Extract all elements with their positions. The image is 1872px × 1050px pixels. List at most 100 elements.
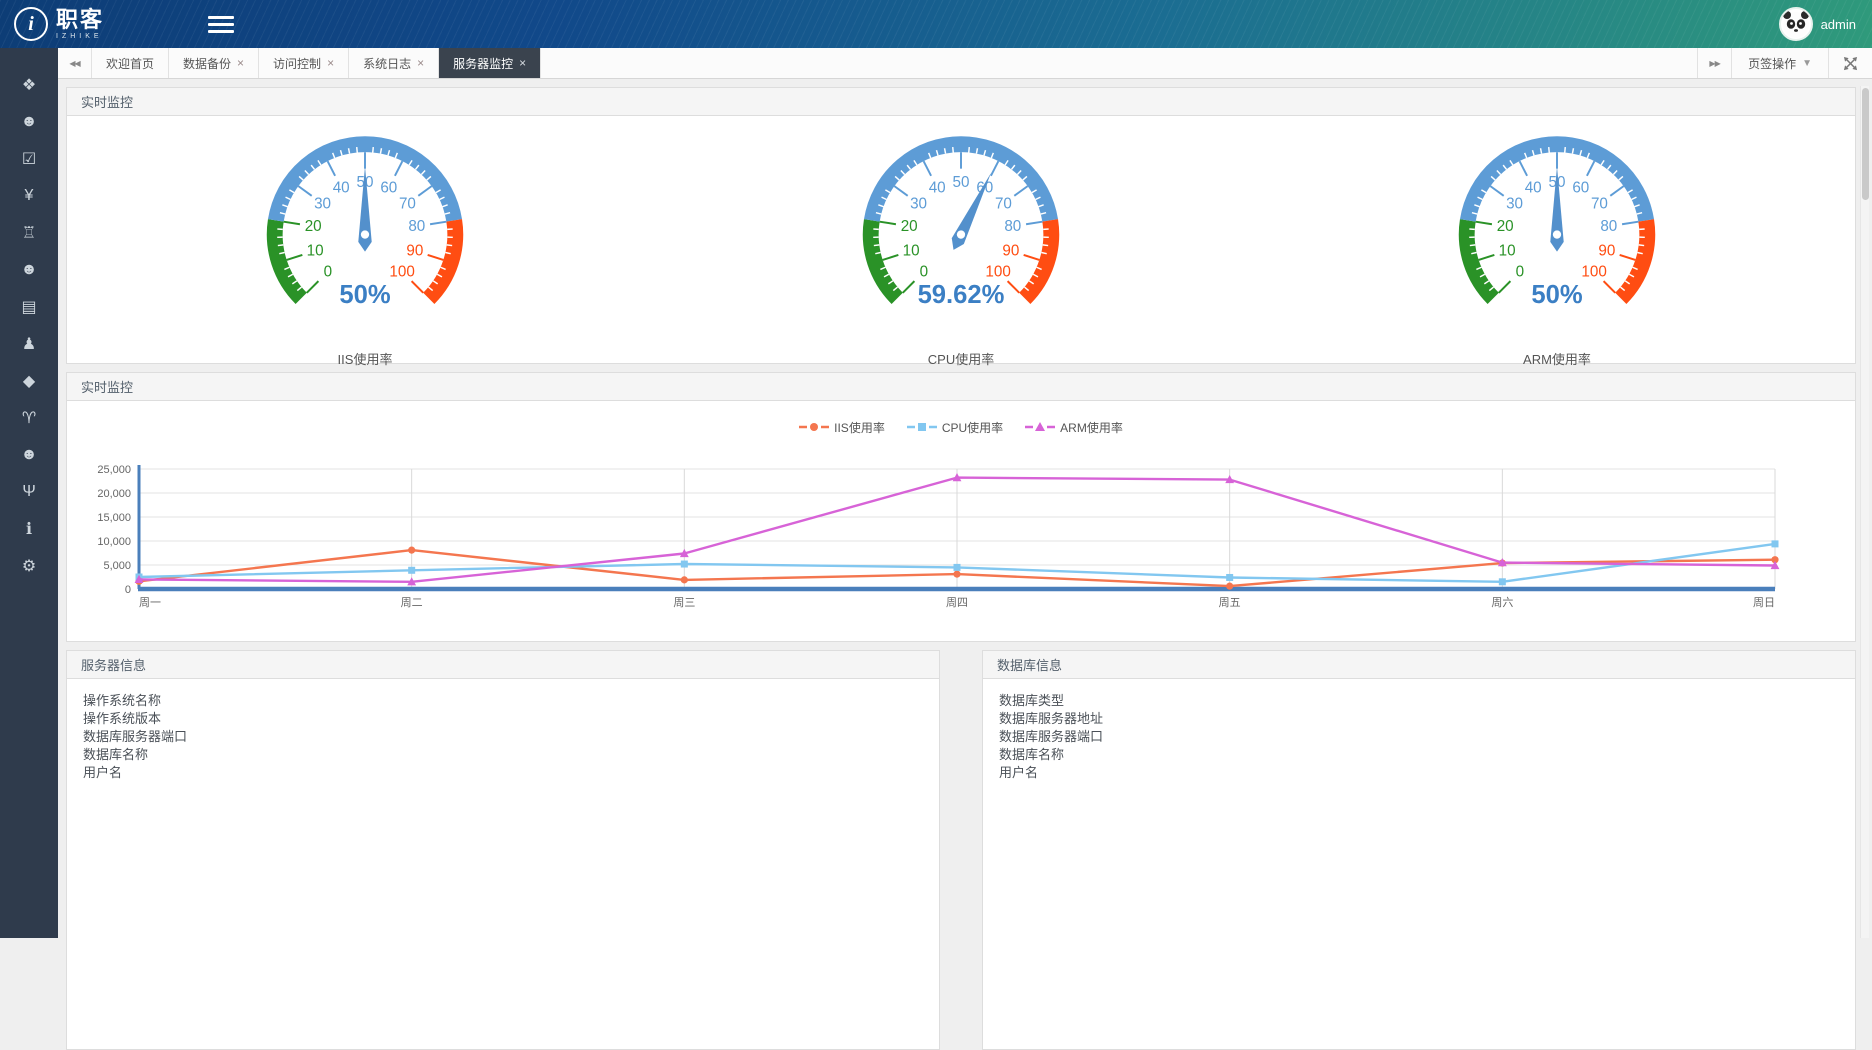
legend-label: CPU使用率 [942, 419, 1003, 436]
svg-text:10: 10 [903, 243, 920, 260]
server-info-item: 数据库名称 [83, 746, 923, 764]
tabbar-right-controls: ▶▶ 页签操作 ▼ [1697, 48, 1872, 78]
street-view-icon: ♟ [22, 334, 36, 354]
database-info-panel: 数据库信息 数据库类型数据库服务器地址数据库服务器端口数据库名称用户名 [982, 650, 1856, 1050]
svg-text:20: 20 [901, 218, 918, 235]
tab-close-icon[interactable]: × [417, 56, 424, 70]
svg-text:40: 40 [1525, 180, 1542, 197]
tab-close-icon[interactable]: × [519, 56, 526, 70]
app-logo[interactable]: i 职客 IZHIKE [0, 7, 196, 41]
tab-label: 访问控制 [273, 55, 321, 72]
svg-text:70: 70 [399, 196, 416, 213]
bank-icon: ♖ [22, 223, 36, 243]
tab-operations-dropdown[interactable]: 页签操作 ▼ [1731, 48, 1828, 78]
sidebar-item-cubes[interactable]: ❖ [0, 66, 58, 103]
svg-text:100: 100 [985, 264, 1010, 281]
tabs-scroll-right-icon[interactable]: ▶▶ [1697, 48, 1731, 78]
svg-text:20: 20 [1497, 218, 1514, 235]
svg-text:80: 80 [408, 218, 425, 235]
tab-访问控制[interactable]: 访问控制 × [259, 48, 349, 78]
top-navbar: i 职客 IZHIKE admin [0, 0, 1872, 48]
yen-icon: ¥ [25, 187, 34, 205]
tabs-scroll-left-icon[interactable]: ◀◀ [58, 48, 92, 78]
tab-系统日志[interactable]: 系统日志× [349, 48, 439, 78]
gauge-caption: IIS使用率 [67, 349, 663, 368]
sidebar-item-info[interactable]: ℹ [0, 510, 58, 547]
tab-label: 欢迎首页 [106, 55, 154, 72]
chart-body: IIS使用率CPU使用率ARM使用率 05,00010,00015,00020,… [67, 401, 1855, 641]
trophy-icon: Ψ [22, 483, 35, 501]
user-menu[interactable]: admin [1779, 7, 1872, 41]
sidebar-item-check-square[interactable]: ☑ [0, 140, 58, 177]
database-info-list: 数据库类型数据库服务器地址数据库服务器端口数据库名称用户名 [983, 679, 1855, 795]
svg-text:100: 100 [1581, 264, 1606, 281]
sidebar-item-trophy[interactable]: Ψ [0, 473, 58, 510]
hamburger-menu-icon[interactable] [208, 12, 234, 37]
sidebar-item-street-view[interactable]: ♟ [0, 325, 58, 362]
sidebar-item-cogs[interactable]: ⚙ [0, 547, 58, 584]
tab-数据备份[interactable]: 数据备份 × [169, 48, 259, 78]
vertical-scrollbar[interactable] [1860, 86, 1869, 938]
briefcase-icon: ▤ [21, 297, 36, 317]
server-info-title: 服务器信息 [67, 651, 939, 679]
svg-text:60: 60 [1572, 180, 1589, 197]
svg-text:周四: 周四 [946, 596, 968, 609]
svg-text:50%: 50% [1531, 281, 1582, 309]
chart-panel: 实时监控 IIS使用率CPU使用率ARM使用率 05,00010,00015,0… [66, 372, 1856, 642]
sidebar-item-child[interactable]: ♈ [0, 399, 58, 436]
sidebar-item-graduation-cap[interactable]: ◆ [0, 362, 58, 399]
database-info-item: 数据库类型 [999, 692, 1839, 710]
tab-bar: ◀◀ 欢迎首页数据备份×访问控制×系统日志×服务器监控× ▶▶ 页签操作 ▼ [58, 48, 1872, 79]
cubes-icon: ❖ [22, 75, 36, 95]
fullscreen-button[interactable] [1828, 48, 1872, 78]
server-info-item: 数据库服务器端口 [83, 728, 923, 746]
sidebar-item-yen[interactable]: ¥ [0, 177, 58, 214]
svg-text:90: 90 [1002, 243, 1019, 260]
check-square-icon: ☑ [22, 149, 36, 169]
server-info-panel: 服务器信息 操作系统名称操作系统版本数据库服务器端口数据库名称用户名 [66, 650, 940, 1050]
gauge-CPU使用率: 010203040506070809010059.62%CPU使用率 [663, 122, 1259, 363]
scrollbar-thumb[interactable] [1862, 88, 1869, 200]
svg-text:10: 10 [307, 243, 324, 260]
tab-欢迎首页[interactable]: 欢迎首页 [92, 48, 169, 78]
svg-text:周二: 周二 [401, 596, 423, 609]
sidebar-item-briefcase[interactable]: ▤ [0, 288, 58, 325]
svg-text:40: 40 [333, 180, 350, 197]
users-icon: ☻ [21, 113, 38, 131]
tab-服务器监控[interactable]: 服务器监控× [439, 48, 541, 78]
sidebar-item-bank[interactable]: ♖ [0, 214, 58, 251]
sidebar-item-users[interactable]: ☻ [0, 103, 58, 140]
avatar[interactable] [1779, 7, 1813, 41]
legend-item-ARM使用率[interactable]: ARM使用率 [1025, 415, 1123, 439]
tab-label: 数据备份 [183, 55, 231, 72]
svg-text:周六: 周六 [1491, 596, 1513, 609]
child-icon: ♈ [22, 408, 36, 428]
database-info-item: 用户名 [999, 764, 1839, 782]
legend-label: ARM使用率 [1060, 419, 1123, 436]
gauge-IIS使用率: 010203040506070809010050%IIS使用率 [67, 122, 663, 363]
line-chart: 05,00010,00015,00020,00025,000周一周二周三周四周五… [67, 439, 1853, 639]
main-content: 实时监控 010203040506070809010050%IIS使用率0102… [58, 79, 1872, 938]
sidebar-item-user[interactable]: ☻ [0, 436, 58, 473]
svg-text:60: 60 [380, 180, 397, 197]
legend-item-CPU使用率[interactable]: CPU使用率 [907, 415, 1003, 439]
svg-text:周一: 周一 [139, 596, 161, 609]
tab-close-icon[interactable]: × [327, 56, 334, 70]
tab-list: 欢迎首页数据备份×访问控制×系统日志×服务器监控× [92, 48, 541, 78]
legend-item-IIS使用率[interactable]: IIS使用率 [799, 415, 885, 439]
svg-text:5,000: 5,000 [103, 560, 131, 572]
svg-text:0: 0 [125, 584, 131, 596]
sidebar-item-team[interactable]: ☻ [0, 251, 58, 288]
triangle-marker-icon [1025, 422, 1055, 432]
svg-text:80: 80 [1004, 218, 1021, 235]
logo-icon: i [14, 7, 48, 41]
server-info-item: 操作系统版本 [83, 710, 923, 728]
database-info-item: 数据库名称 [999, 746, 1839, 764]
svg-text:20: 20 [305, 218, 322, 235]
svg-text:50: 50 [953, 174, 970, 191]
server-info-item: 用户名 [83, 764, 923, 782]
gauge-chart: 010203040506070809010050% [1435, 122, 1679, 330]
tab-operations-label: 页签操作 [1748, 55, 1796, 72]
svg-text:10: 10 [1499, 243, 1516, 260]
tab-close-icon[interactable]: × [237, 56, 244, 70]
